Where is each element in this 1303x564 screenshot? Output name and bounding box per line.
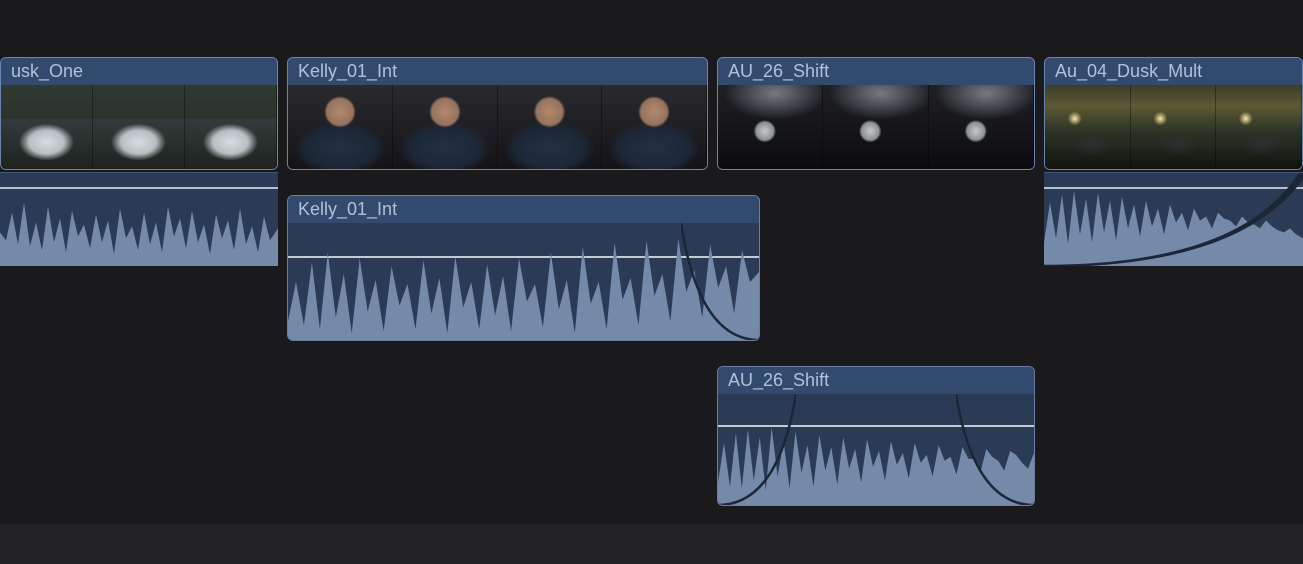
video-clip-dusk-one[interactable]: usk_One <box>0 57 278 170</box>
attached-audio-dusk-one[interactable] <box>0 172 278 266</box>
video-clip-dusk-mult[interactable]: Au_04_Dusk_Mult <box>1044 57 1303 170</box>
waveform-icon <box>288 223 759 340</box>
timeline-footer-strip <box>0 524 1303 564</box>
timeline-canvas[interactable]: usk_One Kelly_01_Int AU_26_Shift Au_04_D… <box>0 0 1303 564</box>
clip-title: Kelly_01_Int <box>288 196 759 223</box>
thumbnail <box>718 85 823 169</box>
audio-clip-au26[interactable]: AU_26_Shift <box>717 366 1035 506</box>
waveform-icon <box>718 394 1034 505</box>
audio-waveform[interactable] <box>718 394 1034 505</box>
clip-thumbnails <box>1045 85 1302 169</box>
clip-thumbnails <box>718 85 1034 169</box>
thumbnail <box>1 85 93 169</box>
audio-waveform[interactable] <box>288 223 759 340</box>
thumbnail <box>929 85 1034 169</box>
thumbnail <box>185 85 277 169</box>
thumbnail <box>288 85 393 169</box>
video-clip-kelly[interactable]: Kelly_01_Int <box>287 57 708 170</box>
clip-title: Kelly_01_Int <box>288 58 707 85</box>
audio-clip-kelly[interactable]: Kelly_01_Int <box>287 195 760 341</box>
thumbnail <box>1045 85 1131 169</box>
attached-audio-dusk-mult[interactable] <box>1044 172 1303 266</box>
clip-title: usk_One <box>1 58 277 85</box>
thumbnail <box>1131 85 1217 169</box>
clip-title: AU_26_Shift <box>718 367 1034 394</box>
thumbnail <box>93 85 185 169</box>
clip-thumbnails <box>288 85 707 169</box>
thumbnail <box>823 85 928 169</box>
clip-title: Au_04_Dusk_Mult <box>1045 58 1302 85</box>
clip-title: AU_26_Shift <box>718 58 1034 85</box>
video-clip-au26[interactable]: AU_26_Shift <box>717 57 1035 170</box>
thumbnail <box>498 85 603 169</box>
waveform-icon <box>0 173 278 266</box>
clip-thumbnails <box>1 85 277 169</box>
thumbnail <box>602 85 707 169</box>
thumbnail <box>1216 85 1302 169</box>
thumbnail <box>393 85 498 169</box>
